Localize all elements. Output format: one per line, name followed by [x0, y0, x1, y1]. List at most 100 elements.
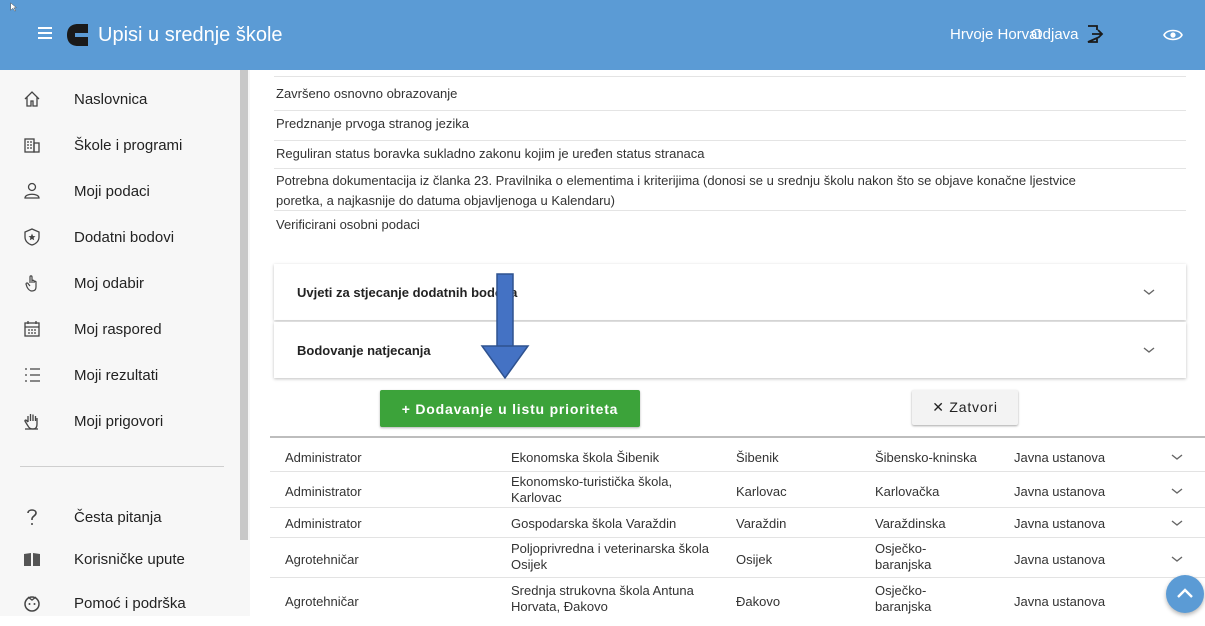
sidebar-item-moji-prigovori[interactable]: Moji prigovori [0, 398, 235, 444]
badge-star-icon [24, 228, 40, 246]
sidebar-item-korisnicke-upute[interactable]: Korisničke upute [0, 536, 235, 582]
table-row[interactable]: Administrator Ekonomska škola Šibenik Ši… [270, 442, 1205, 472]
cell-type: Javna ustanova [1014, 552, 1106, 567]
hand-icon [24, 414, 38, 430]
menu-icon[interactable] [34, 24, 56, 46]
logo-icon [67, 24, 88, 46]
cell-county: Osječko-baranjska [875, 541, 932, 572]
touch-icon [25, 275, 37, 292]
annotation-arrow [480, 273, 530, 380]
chevron-down-icon [1143, 347, 1155, 353]
sidebar-item-moji-podaci[interactable]: Moji podaci [0, 168, 235, 214]
accordion-dodatni-bodovi[interactable]: Uvjeti za stjecanje dodatnih bodova [274, 264, 1186, 320]
cell-type: Javna ustanova [1014, 516, 1106, 531]
cell-county: Varaždinska [875, 516, 946, 531]
sidebar-item-moj-odabir[interactable]: Moj odabir [0, 260, 235, 306]
sidebar-item-label: Korisničke upute [74, 550, 185, 568]
add-to-priority-list-button[interactable]: + Dodavanje u listu prioriteta [380, 390, 640, 427]
chevron-down-icon [1143, 289, 1155, 295]
chevron-down-icon[interactable] [1170, 518, 1184, 528]
requirement-item: Potrebna dokumentacija iz članka 23. Pra… [276, 173, 1076, 188]
question-icon [27, 509, 37, 525]
app-title[interactable]: Upisi u srednje škole [98, 24, 283, 47]
cell-school: Poljoprivredna i veterinarska škola Osij… [511, 541, 709, 572]
sidebar-item-dodatni-bodovi[interactable]: Dodatni bodovi [0, 214, 235, 260]
sidebar-item-moji-rezultati[interactable]: Moji rezultati [0, 352, 235, 398]
cell-school: Gospodarska škola Varaždin [511, 516, 677, 531]
cell-program: Administrator [285, 450, 362, 465]
sidebar-scrollbar[interactable] [240, 70, 248, 540]
divider [274, 140, 1186, 141]
chevron-down-icon[interactable] [1170, 486, 1184, 496]
calendar-icon [24, 321, 40, 337]
table-row[interactable]: Administrator Ekonomsko-turistička škola… [270, 472, 1205, 508]
cell-city: Osijek [736, 552, 773, 567]
cell-city: Karlovac [736, 484, 787, 499]
cell-city: Šibenik [736, 450, 779, 465]
requirement-item: Predznanje prvoga stranog jezika [276, 116, 469, 131]
divider [274, 168, 1186, 169]
sidebar-item-label: Moji podaci [74, 182, 150, 200]
table-row[interactable]: Agrotehničar Srednja strukovna škola Ant… [270, 578, 1205, 618]
visibility-icon[interactable] [1163, 27, 1183, 43]
building-icon [24, 138, 40, 153]
sidebar-item-pomoc[interactable]: Pomoć i podrška [0, 580, 235, 626]
cell-type: Javna ustanova [1014, 484, 1106, 499]
requirement-item: Reguliran status boravka sukladno zakonu… [276, 146, 705, 161]
cell-program: Administrator [285, 516, 362, 531]
sidebar-item-label: Moji rezultati [74, 366, 159, 384]
panel-separator [270, 436, 1205, 438]
sidebar-item-label: Moji prigovori [74, 412, 164, 430]
list-icon [25, 368, 40, 382]
requirement-item: Verificirani osobni podaci [276, 217, 420, 232]
chevron-up-icon [1177, 588, 1193, 598]
cell-type: Javna ustanova [1014, 450, 1106, 465]
sidebar-item-naslovnica[interactable]: Naslovnica [0, 76, 235, 122]
cell-school: Srednja strukovna škola Antuna Horvata, … [511, 583, 694, 614]
requirement-item-continued: poretka, a najkasnije do datuma objavlje… [276, 193, 615, 208]
sidebar-item-label: Česta pitanja [74, 508, 162, 526]
user-name[interactable]: Hrvoje Horvat [950, 26, 1042, 43]
cell-school: Ekonomsko-turistička škola, Karlovac [511, 474, 673, 505]
top-app-bar: Upisi u srednje škole Hrvoje Horvat Odja… [0, 0, 1205, 70]
cell-county: Šibensko-kninska [875, 450, 977, 465]
home-icon [24, 91, 40, 107]
chevron-down-icon[interactable] [1170, 554, 1184, 564]
cell-program: Administrator [285, 484, 362, 499]
sidebar-item-moj-raspored[interactable]: Moj raspored [0, 306, 235, 352]
sidebar-item-label: Škole i programi [74, 136, 183, 154]
sidebar-item-label: Pomoć i podrška [74, 594, 186, 612]
cell-city: Đakovo [736, 594, 781, 609]
cell-school: Ekonomska škola Šibenik [511, 450, 660, 465]
cell-county: Karlovačka [875, 484, 940, 499]
requirement-item: Završeno osnovno obrazovanje [276, 86, 458, 101]
user-icon [24, 182, 40, 199]
logout-link[interactable]: Odjava [1031, 26, 1079, 43]
close-button[interactable]: ✕ Zatvori [912, 390, 1018, 425]
table-row[interactable]: Agrotehničar Poljoprivredna i veterinars… [270, 538, 1205, 578]
book-icon [24, 553, 40, 566]
accordion-bodovanje-natjecanja[interactable]: Bodovanje natjecanja [274, 322, 1186, 378]
divider [274, 210, 1186, 211]
scroll-to-top-button[interactable] [1166, 575, 1204, 613]
chevron-down-icon[interactable] [1170, 452, 1184, 462]
cell-type: Javna ustanova [1014, 594, 1106, 609]
accordion-title: Bodovanje natjecanja [297, 342, 431, 358]
sidebar-item-label: Dodatni bodovi [74, 228, 175, 246]
divider [274, 76, 1186, 77]
sidebar-item-label: Moj odabir [74, 274, 145, 292]
cell-county: Osječko-baranjska [875, 583, 932, 614]
program-details-panel: Završeno osnovno obrazovanje Predznanje … [250, 70, 1205, 616]
cell-city: Varaždin [736, 516, 787, 531]
table-row[interactable]: Administrator Gospodarska škola Varaždin… [270, 508, 1205, 538]
divider [274, 110, 1186, 111]
mouse-cursor-icon [10, 2, 18, 12]
logout-icon[interactable] [1085, 24, 1105, 44]
sidebar-item-label: Naslovnica [74, 90, 148, 108]
support-icon [24, 596, 40, 612]
sidebar-divider [20, 466, 224, 467]
sidebar-item-cesta-pitanja[interactable]: Česta pitanja [0, 494, 235, 540]
sidebar-item-label: Moj raspored [74, 320, 162, 338]
cell-program: Agrotehničar [285, 594, 359, 609]
sidebar-item-skole[interactable]: Škole i programi [0, 122, 235, 168]
